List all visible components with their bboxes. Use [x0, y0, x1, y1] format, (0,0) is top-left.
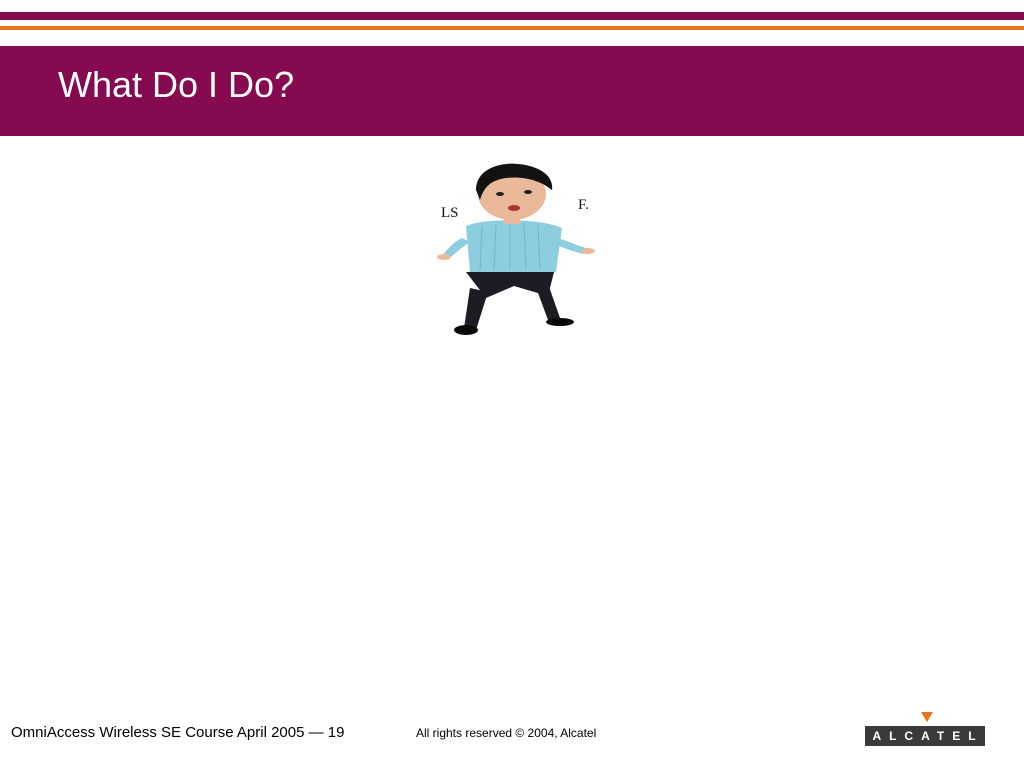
top-magenta-stripe	[0, 12, 1024, 20]
logo-wordmark: ALCATEL	[865, 726, 985, 746]
footer-course-label: OmniAccess Wireless SE Course April 2005…	[11, 724, 345, 741]
slide: What Do I Do? LS F. OmniAccess Wireless …	[0, 0, 1024, 768]
alcatel-logo: ALCATEL	[865, 712, 985, 746]
footer-copyright: All rights reserved © 2004, Alcatel	[416, 726, 597, 740]
shrugging-woman-image	[437, 163, 595, 335]
logo-arrow-icon	[921, 712, 933, 722]
slide-title: What Do I Do?	[58, 64, 295, 105]
figure-caption-right: F.	[578, 197, 589, 213]
figure-caption-left: LS	[441, 205, 459, 221]
top-orange-stripe	[0, 26, 1024, 30]
